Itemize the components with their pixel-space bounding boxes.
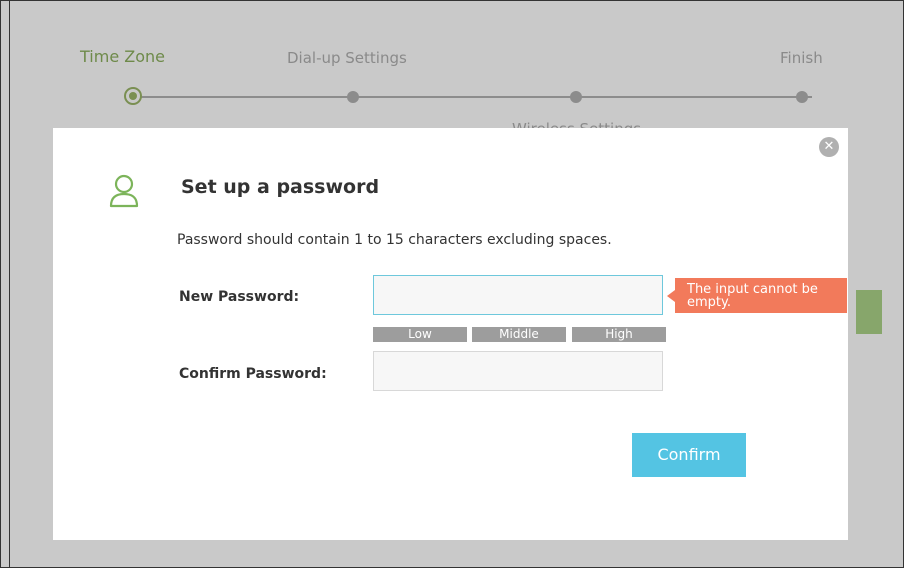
background-next-button[interactable] xyxy=(856,290,882,334)
strength-high: High xyxy=(572,327,666,342)
progress-track xyxy=(138,96,812,98)
strength-low: Low xyxy=(373,327,467,342)
confirm-button[interactable]: Confirm xyxy=(632,433,746,477)
password-hint: Password should contain 1 to 15 characte… xyxy=(177,232,612,248)
strength-middle: Middle xyxy=(472,327,566,342)
confirm-password-input[interactable] xyxy=(373,351,663,391)
step-finish[interactable]: Finish xyxy=(780,49,823,67)
new-password-input[interactable] xyxy=(373,275,663,315)
step-dot-wireless[interactable] xyxy=(570,91,582,103)
step-dot-dialup[interactable] xyxy=(347,91,359,103)
user-icon xyxy=(109,174,139,208)
dialog-title: Set up a password xyxy=(181,176,380,198)
confirm-password-label: Confirm Password: xyxy=(179,366,327,382)
step-dot-time-zone[interactable] xyxy=(124,87,142,105)
new-password-label: New Password: xyxy=(179,289,300,305)
step-dialup-settings[interactable]: Dial-up Settings xyxy=(287,49,407,67)
step-time-zone[interactable]: Time Zone xyxy=(80,47,165,66)
password-dialog: ✕ Set up a password Password should cont… xyxy=(53,128,848,540)
step-dot-finish[interactable] xyxy=(796,91,808,103)
close-icon[interactable]: ✕ xyxy=(819,137,839,157)
error-tooltip: The input cannot be empty. xyxy=(667,278,847,313)
